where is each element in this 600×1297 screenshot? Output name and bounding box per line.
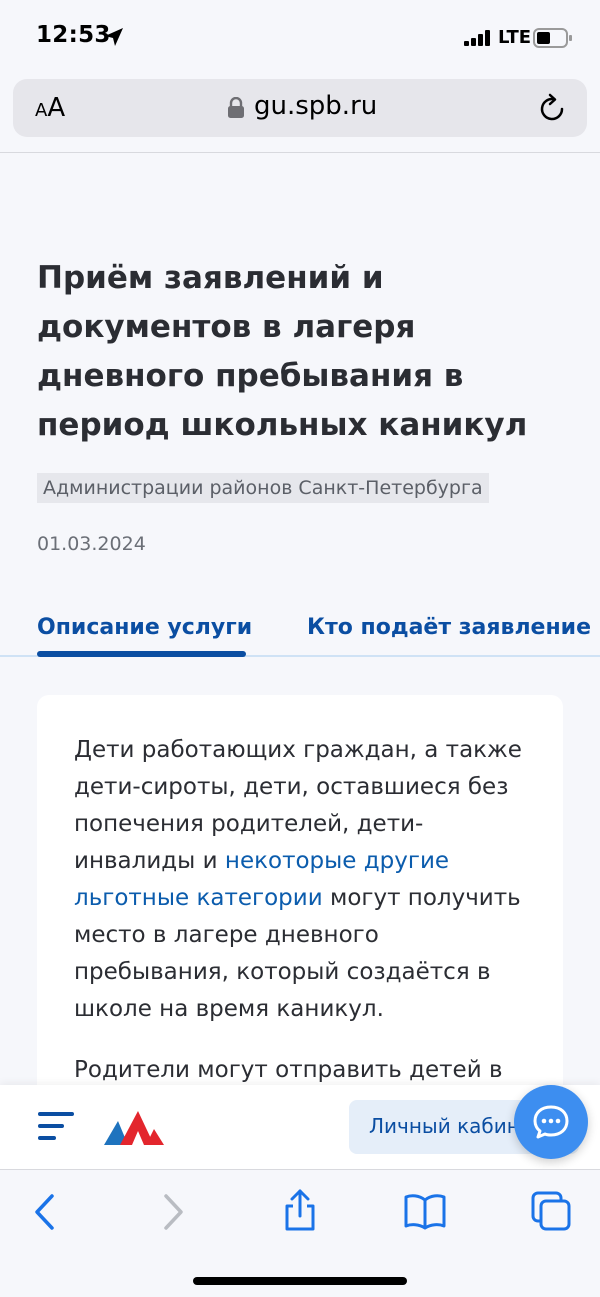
signal-icon (464, 30, 490, 46)
share-icon[interactable] (282, 1188, 318, 1232)
back-icon[interactable] (32, 1192, 56, 1232)
battery-icon (533, 28, 572, 48)
lock-icon (228, 97, 244, 118)
address-bar[interactable]: AA gu.spb.ru (13, 79, 587, 137)
url-text[interactable]: gu.spb.ru (254, 91, 377, 121)
menu-icon[interactable] (38, 1110, 76, 1142)
site-bottom-bar: Личный кабинет (0, 1085, 600, 1169)
description-paragraph: Дети работающих граждан, а также дети-си… (74, 732, 534, 1028)
publication-date: 01.03.2024 (37, 533, 146, 555)
site-logo[interactable] (104, 1107, 166, 1147)
location-arrow-icon (105, 28, 123, 46)
text-size-small: A (35, 100, 48, 121)
tab-who-applies[interactable]: Кто подаёт заявление (307, 615, 591, 640)
header-divider (0, 152, 600, 153)
chat-icon (533, 1105, 569, 1139)
home-indicator (193, 1277, 407, 1285)
text-size-large: A (47, 93, 66, 123)
department-tag[interactable]: Администрации районов Санкт-Петербурга (37, 473, 489, 503)
description-paragraph-2: Родители могут отправить детей в (74, 1057, 503, 1083)
tab-service-description[interactable]: Описание услуги (37, 615, 252, 640)
status-bar: 12:53 LTE (0, 0, 600, 75)
bookmarks-icon[interactable] (403, 1192, 447, 1230)
text-size-button[interactable]: AA (35, 93, 65, 123)
status-time: 12:53 (36, 22, 111, 48)
page-title: Приём заявлений и документов в лагеря дн… (37, 260, 528, 443)
network-type: LTE (498, 27, 532, 48)
active-tab-indicator (37, 651, 246, 657)
tabs-icon[interactable] (530, 1190, 572, 1232)
forward-icon[interactable] (162, 1192, 186, 1232)
chat-button[interactable] (514, 1085, 588, 1159)
reload-icon[interactable] (537, 93, 567, 123)
